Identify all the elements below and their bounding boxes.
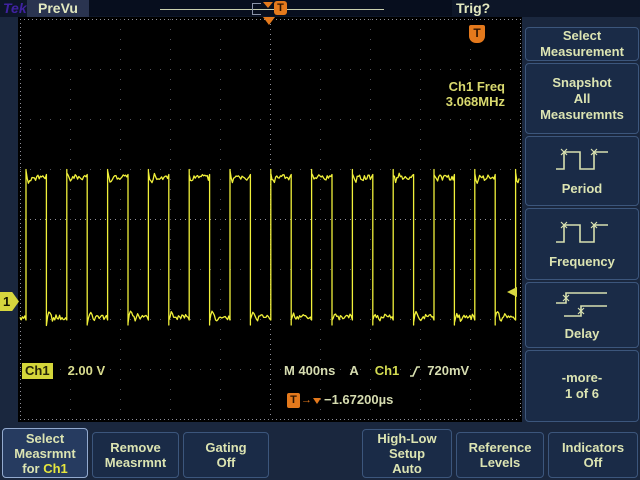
bottom-menu-reference-levels[interactable]: Reference Levels bbox=[456, 432, 544, 478]
menu-line: Select bbox=[25, 430, 65, 446]
menu-line: Delay bbox=[564, 325, 600, 341]
delay-readout: T → −1.67200µs bbox=[287, 392, 393, 408]
channel1-ground-marker: 1 bbox=[0, 292, 19, 311]
menu-line: Frequency bbox=[549, 253, 615, 269]
right-arrow-icon: → bbox=[301, 393, 312, 406]
record-window-bracket bbox=[252, 3, 261, 15]
bottom-menu-gating[interactable]: Gating Off bbox=[183, 432, 269, 478]
period-waveform-icon bbox=[556, 148, 608, 170]
menu-line: Select bbox=[562, 28, 602, 43]
measurement-value: 3.068MHz bbox=[445, 94, 505, 109]
menu-line: Period bbox=[561, 180, 603, 196]
menu-line: Measurement bbox=[540, 44, 624, 59]
tek-logo: Tek bbox=[3, 0, 27, 16]
bottom-menu-select-measrmnt[interactable]: Select Measrmnt for Ch1 bbox=[2, 428, 88, 478]
trigger-t-badge: T bbox=[469, 25, 485, 43]
channel-readout: Ch1 2.00 V bbox=[22, 362, 105, 379]
trigger-type-label: A bbox=[349, 363, 359, 378]
trigger-position-arrow-icon bbox=[263, 17, 275, 25]
channel-badge: Ch1 bbox=[22, 362, 53, 379]
horizontal-trigger-readout: M 400ns A Ch1 720mV bbox=[284, 362, 469, 379]
measurement-label: Ch1 Freq bbox=[448, 79, 505, 94]
menu-line: -more- bbox=[561, 370, 603, 385]
trigger-t-badge-small: T bbox=[287, 392, 300, 408]
timebase-readout: M 400ns bbox=[284, 363, 336, 378]
menu-line: Reference bbox=[468, 440, 532, 455]
side-menu-snapshot-all[interactable]: Snapshot All Measuremnts bbox=[525, 63, 639, 134]
side-menu-select-measurement[interactable]: Select Measurement bbox=[525, 27, 639, 61]
menu-line: 1 of 6 bbox=[565, 386, 599, 401]
menu-line: Measrmnt bbox=[104, 455, 167, 470]
trigger-source-label: Ch1 bbox=[374, 363, 400, 378]
down-triangle-icon bbox=[313, 398, 321, 404]
trigger-status-label: Trig? bbox=[456, 0, 491, 16]
menu-line: High-Low bbox=[377, 431, 437, 446]
delay-value: −1.67200µs bbox=[324, 392, 394, 407]
menu-line: Off bbox=[583, 455, 603, 470]
trigger-position-marker-icon bbox=[263, 2, 273, 8]
side-menu-delay[interactable]: Delay bbox=[525, 282, 639, 348]
menu-line: Remove bbox=[110, 440, 161, 455]
menu-line: Levels bbox=[479, 455, 521, 470]
frequency-waveform-icon bbox=[556, 221, 608, 243]
menu-line: Setup bbox=[388, 446, 426, 461]
bottom-menu-high-low-setup[interactable]: High-Low Setup Auto bbox=[362, 429, 452, 478]
rising-edge-icon bbox=[410, 365, 421, 377]
side-menu-period[interactable]: Period bbox=[525, 136, 639, 206]
delay-waveform-icon bbox=[556, 291, 607, 317]
channel-highlight: Ch1 bbox=[43, 460, 68, 476]
measurement-readout: Ch1 Freq 3.068MHz bbox=[446, 79, 505, 109]
side-menu-more[interactable]: -more- 1 of 6 bbox=[525, 350, 639, 422]
bottom-menu-remove-measrmnt[interactable]: Remove Measrmnt bbox=[92, 432, 179, 478]
menu-line: Measrmnt bbox=[14, 445, 76, 461]
menu-line: Measuremnts bbox=[540, 106, 624, 122]
menu-line: Auto bbox=[392, 461, 422, 476]
menu-line: Indicators bbox=[561, 440, 625, 455]
menu-line: Off bbox=[216, 455, 236, 470]
bottom-menu-indicators[interactable]: Indicators Off bbox=[548, 432, 638, 478]
acquisition-mode-label: PreVu bbox=[27, 0, 89, 17]
channel-scale: 2.00 V bbox=[67, 363, 106, 378]
side-menu-frequency[interactable]: Frequency bbox=[525, 208, 639, 280]
menu-line: Snapshot bbox=[552, 74, 612, 90]
record-view-line bbox=[160, 9, 384, 10]
menu-line: Gating bbox=[205, 440, 247, 455]
trigger-level-readout: 720mV bbox=[427, 363, 470, 378]
trigger-t-badge-top: T bbox=[274, 1, 287, 15]
menu-line: for Ch1 bbox=[22, 460, 68, 476]
indicator-arrow-icon bbox=[507, 287, 517, 297]
menu-line: All bbox=[573, 90, 591, 106]
oscilloscope-screen: { "colors": { "page_bg": "#1a273e", "top… bbox=[0, 0, 640, 480]
